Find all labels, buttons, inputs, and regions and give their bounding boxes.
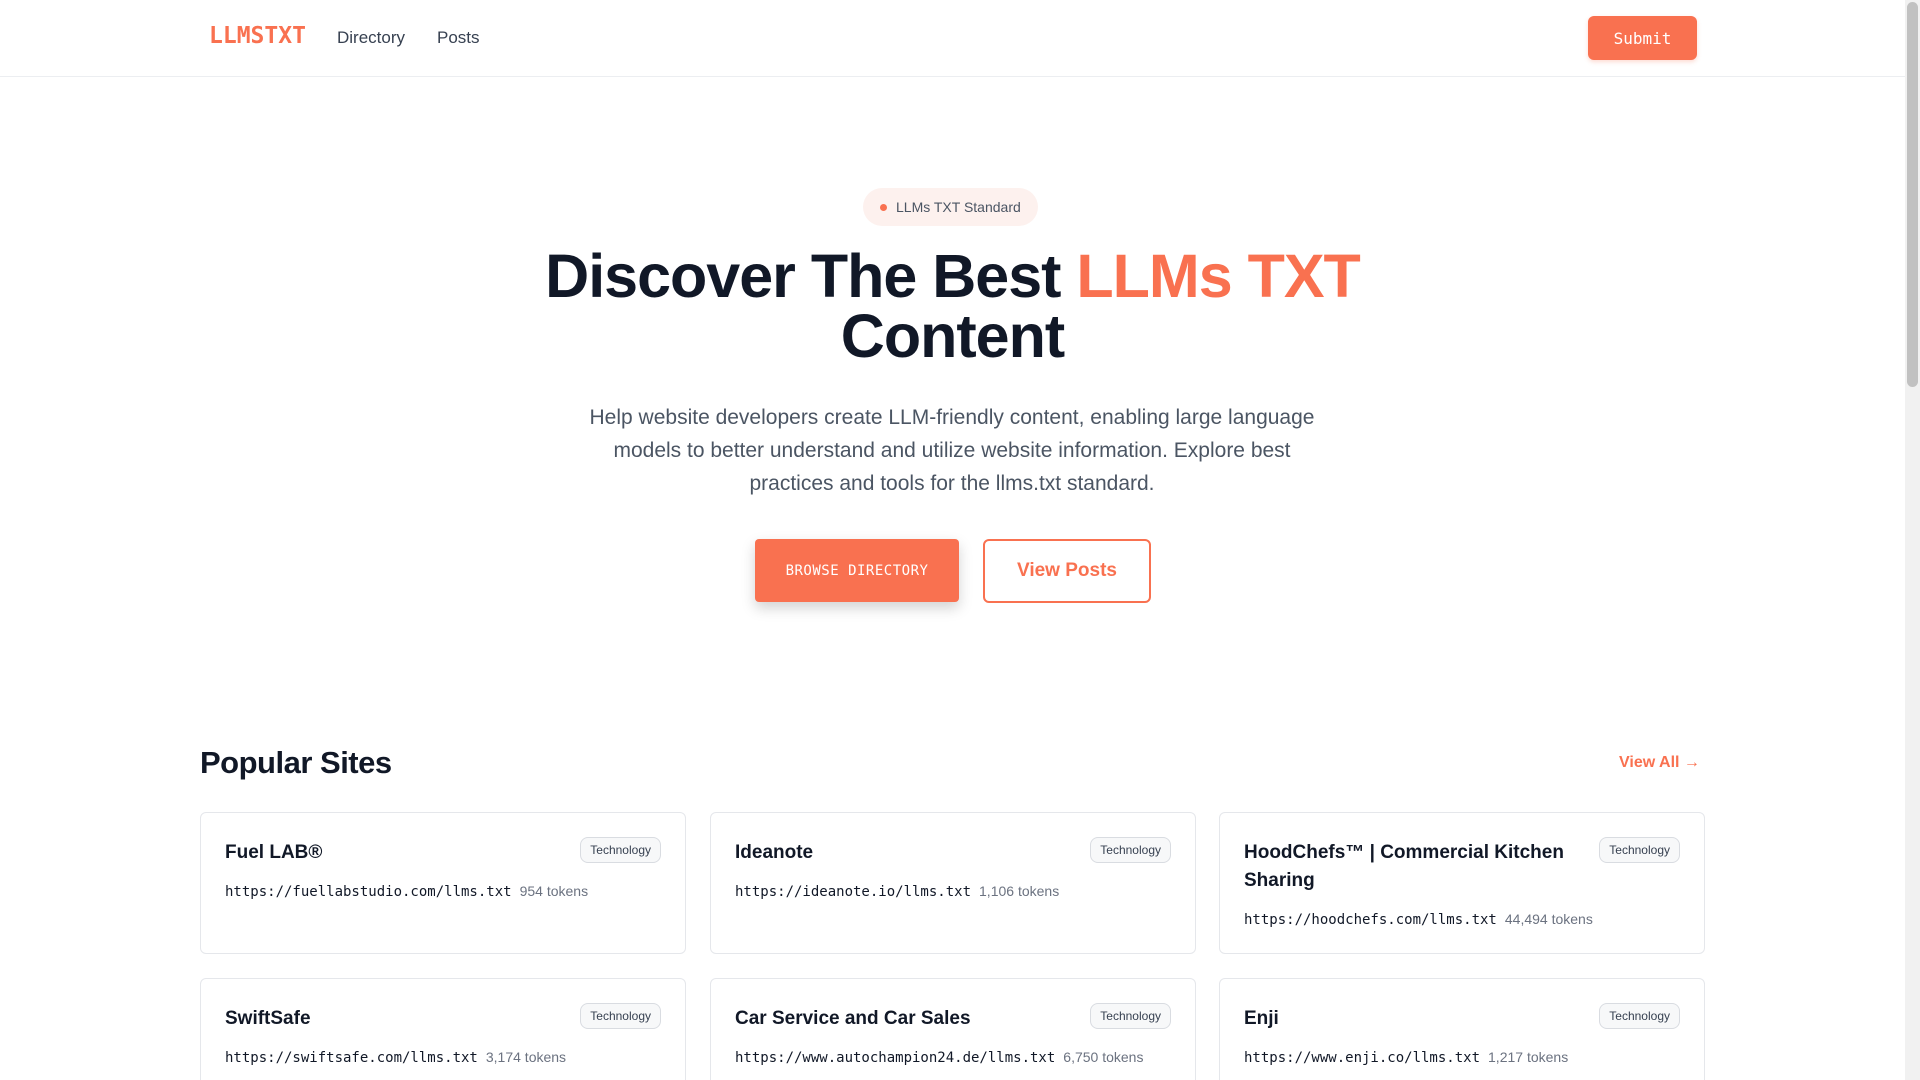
badge-dot-icon — [880, 203, 887, 211]
card-url: https://hoodchefs.com/llms.txt — [1244, 912, 1497, 928]
category-tag: Technology — [1090, 1003, 1171, 1029]
scrollbar-thumb[interactable] — [1907, 2, 1918, 387]
standard-badge: LLMs TXT Standard — [863, 188, 1038, 226]
category-tag: Technology — [1090, 837, 1171, 863]
nav-directory[interactable]: Directory — [337, 28, 405, 48]
site-card-autochampion[interactable]: Car Service and Car Sales Technology htt… — [710, 978, 1196, 1080]
site-card-hoodchefs[interactable]: HoodChefs™ | Commercial Kitchen Sharing … — [1219, 812, 1705, 954]
card-meta: https://swiftsafe.com/llms.txt 3,174 tok… — [225, 1049, 566, 1066]
site-card-swiftsafe[interactable]: SwiftSafe Technology https://swiftsafe.c… — [200, 978, 686, 1080]
category-tag: Technology — [580, 837, 661, 863]
card-meta: https://www.autochampion24.de/llms.txt 6… — [735, 1049, 1143, 1066]
card-title: Enji — [1244, 1008, 1279, 1029]
card-title: SwiftSafe — [225, 1008, 311, 1029]
card-tokens: 1,217 tokens — [1488, 1049, 1569, 1065]
category-tag: Technology — [1599, 1003, 1680, 1029]
category-tag: Technology — [1599, 837, 1680, 863]
card-url: https://www.enji.co/llms.txt — [1244, 1050, 1481, 1066]
hero-title: Discover The Best LLMs TXT Content — [0, 246, 1905, 367]
card-tokens: 1,106 tokens — [979, 883, 1060, 899]
site-logo[interactable]: LLMSTXT — [209, 23, 306, 49]
site-card-enji[interactable]: Enji Technology https://www.enji.co/llms… — [1219, 978, 1705, 1080]
card-meta: https://hoodchefs.com/llms.txt 44,494 to… — [1244, 911, 1593, 928]
site-header: LLMSTXT Directory Posts Submit — [0, 0, 1905, 77]
card-tokens: 954 tokens — [519, 883, 589, 899]
submit-button[interactable]: Submit — [1588, 16, 1697, 60]
page-scrollbar[interactable] — [1905, 0, 1920, 1080]
card-meta: https://ideanote.io/llms.txt 1,106 token… — [735, 883, 1059, 900]
site-card-ideanote[interactable]: Ideanote Technology https://ideanote.io/… — [710, 812, 1196, 954]
card-tokens: 44,494 tokens — [1504, 911, 1593, 927]
card-url: https://fuellabstudio.com/llms.txt — [225, 884, 512, 900]
nav-posts[interactable]: Posts — [437, 28, 480, 48]
card-title: Fuel LAB® — [225, 842, 323, 863]
card-title: Ideanote — [735, 842, 814, 863]
view-posts-button[interactable]: View Posts — [983, 539, 1151, 603]
popular-sites-title: Popular Sites — [200, 745, 392, 780]
view-all-link[interactable]: View All → — [1619, 754, 1700, 772]
hero-description: Help website developers create LLM-frien… — [589, 406, 1315, 495]
badge-label: LLMs TXT Standard — [896, 199, 1021, 215]
browse-directory-button[interactable]: BROWSE DIRECTORY — [755, 539, 959, 602]
card-tokens: 6,750 tokens — [1063, 1049, 1144, 1065]
card-title: Car Service and Car Sales — [735, 1008, 971, 1029]
site-card-fuel-lab[interactable]: Fuel LAB® Technology https://fuellabstud… — [200, 812, 686, 954]
page: LLMSTXT Directory Posts Submit LLMs TXT … — [0, 0, 1905, 1080]
category-tag: Technology — [580, 1003, 661, 1029]
hero-title-accent: LLMs TXT — [1076, 242, 1360, 310]
card-title: HoodChefs™ | Commercial Kitchen Sharing — [1244, 842, 1564, 891]
card-url: https://ideanote.io/llms.txt — [735, 884, 972, 900]
card-url: https://www.autochampion24.de/llms.txt — [735, 1050, 1056, 1066]
card-meta: https://fuellabstudio.com/llms.txt 954 t… — [225, 883, 588, 900]
card-tokens: 3,174 tokens — [485, 1049, 567, 1065]
card-url: https://swiftsafe.com/llms.txt — [225, 1050, 478, 1066]
card-meta: https://www.enji.co/llms.txt 1,217 token… — [1244, 1049, 1568, 1066]
hero-title-part1: Discover The Best — [545, 242, 1077, 310]
hero-title-part2: Content — [840, 302, 1065, 370]
